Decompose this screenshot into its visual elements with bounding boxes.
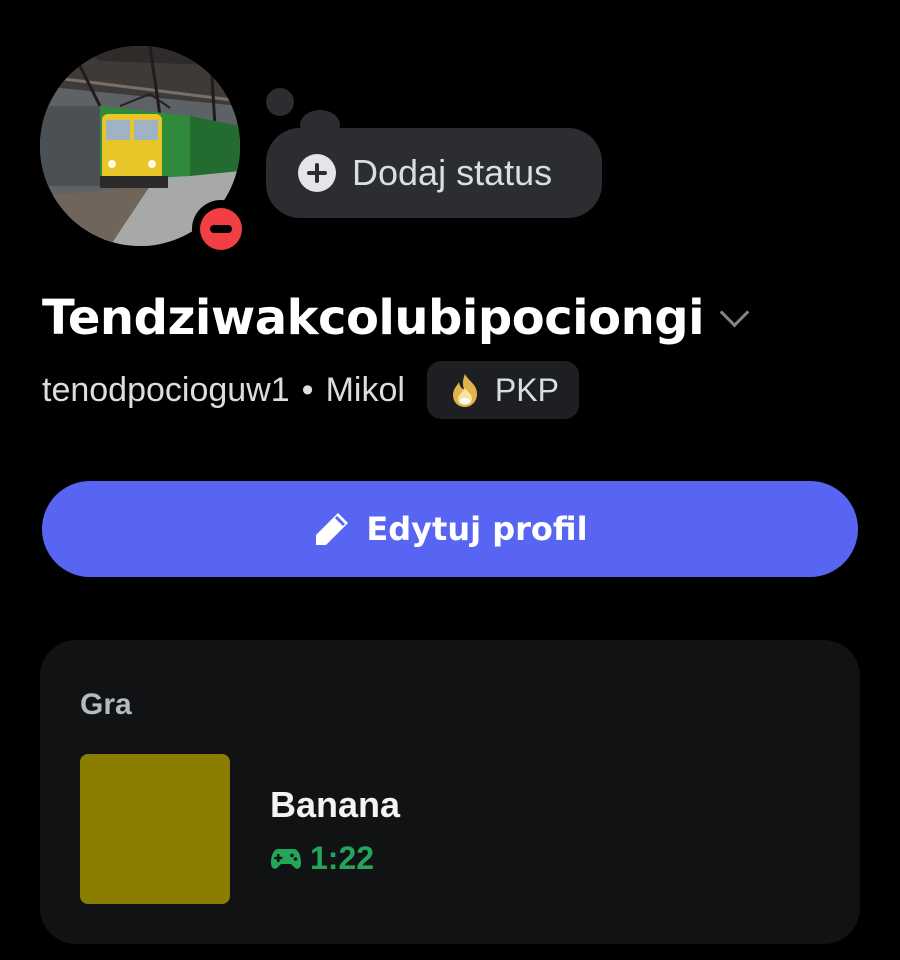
presence-indicator — [192, 200, 250, 258]
activity-card[interactable]: Gra Banana 1:22 — [40, 640, 860, 944]
controller-icon — [271, 848, 301, 869]
game-art — [80, 754, 230, 904]
thought-bubble-dot — [266, 88, 294, 116]
add-status-label: Dodaj status — [352, 152, 553, 193]
edit-profile-label: Edytuj profil — [366, 510, 588, 548]
display-name: Tendziwakcolubipociongi — [42, 290, 705, 346]
game-name: Banana — [270, 784, 401, 825]
elapsed-time-row: 1:22 — [270, 840, 374, 877]
flame-icon — [452, 374, 477, 407]
activity-section-title: Gra — [80, 688, 132, 721]
chevron-down-icon[interactable] — [719, 297, 750, 327]
guild-tag-label: PKP — [494, 371, 559, 408]
do-not-disturb-icon — [200, 208, 242, 250]
profile-page: Dodaj status Tendziwakcolubipociongi ten… — [0, 0, 900, 960]
guild-tag[interactable]: PKP — [426, 361, 579, 419]
separator: • — [301, 370, 314, 409]
pencil-icon — [316, 513, 349, 545]
username: tenodpocioguw1 — [42, 370, 290, 409]
display-name-row[interactable]: Tendziwakcolubipociongi — [42, 290, 750, 346]
add-status-button[interactable]: Dodaj status — [266, 128, 602, 218]
elapsed-time: 1:22 — [310, 840, 375, 876]
edit-profile-button[interactable]: Edytuj profil — [42, 481, 858, 577]
plus-circle-icon — [298, 154, 336, 192]
pronouns: Mikol — [325, 370, 405, 409]
profile-meta: tenodpocioguw1 • Mikol PKP — [42, 360, 579, 420]
